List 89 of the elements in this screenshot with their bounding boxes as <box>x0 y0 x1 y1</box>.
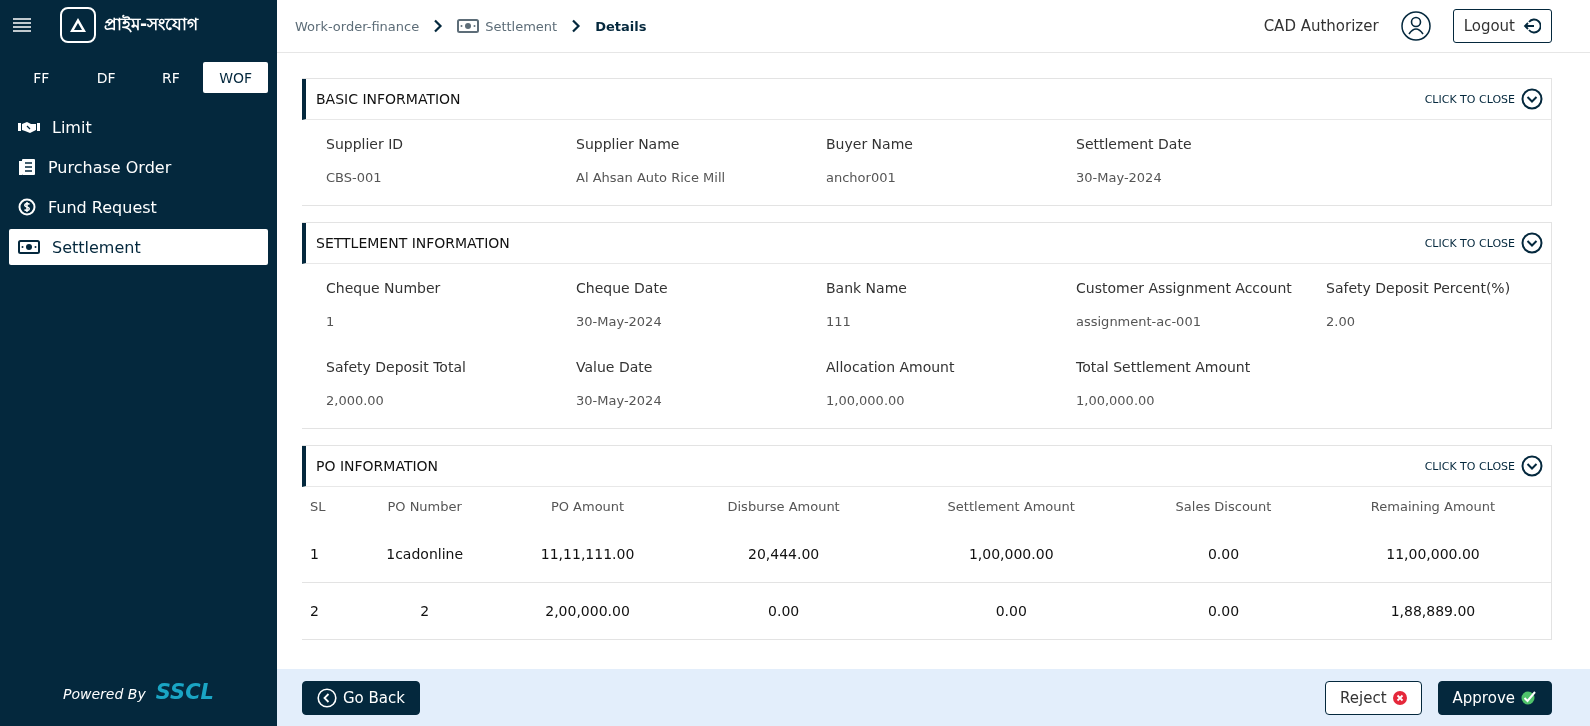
table-cell: 1cadonline <box>351 526 499 583</box>
table-cell: 2 <box>302 582 351 639</box>
table-cell: 0.00 <box>1132 526 1315 583</box>
chevron-right-icon <box>433 19 444 33</box>
section-title: SETTLEMENT INFORMATION <box>316 235 510 251</box>
breadcrumb-current: Details <box>595 18 647 34</box>
user-avatar-icon[interactable] <box>1400 11 1431 41</box>
table-cell: 11,00,000.00 <box>1314 526 1551 583</box>
field-label: Cheque Date <box>576 280 669 296</box>
table-cell: 1,00,000.00 <box>890 526 1133 583</box>
field-label: Customer Assignment Account <box>1076 280 1293 296</box>
field-label: Supplier Name <box>576 136 681 152</box>
field-label: Bank Name <box>826 280 908 296</box>
logout-button[interactable]: Logout <box>1452 9 1552 43</box>
section-title: PO INFORMATION <box>316 458 439 474</box>
column-header: PO Amount <box>549 497 626 516</box>
table-cell: 2 <box>351 582 499 639</box>
table-cell: 2,00,000.00 <box>498 582 677 639</box>
field-label: Safety Deposit Percent(%) <box>1326 280 1512 296</box>
field-value: 30-May-2024 <box>1076 170 1163 185</box>
table-cell: 11,11,111.00 <box>498 526 677 583</box>
close-icon <box>1392 690 1407 705</box>
check-badge-icon <box>1521 690 1537 705</box>
field-label: Total Settlement Amount <box>1076 359 1252 375</box>
collapse-toggle[interactable]: CLICK TO CLOSE <box>1424 236 1515 250</box>
sidebar-item[interactable]: Limit <box>9 109 268 145</box>
column-header: Settlement Amount <box>946 497 1076 516</box>
field-value: assignment-ac-001 <box>1076 314 1202 329</box>
table-cell: 0.00 <box>1132 582 1315 639</box>
collapse-toggle[interactable]: CLICK TO CLOSE <box>1424 459 1515 473</box>
reject-button[interactable]: Reject <box>1325 680 1422 715</box>
field-value: 1 <box>326 314 336 329</box>
field-label: Buyer Name <box>826 136 914 152</box>
breadcrumb-link[interactable]: Work-order-finance <box>295 18 420 34</box>
table-cell: 20,444.00 <box>676 526 891 583</box>
powered-by-text: Powered By <box>63 686 146 702</box>
field-label: Cheque Number <box>326 280 442 296</box>
field-label: Allocation Amount <box>826 359 956 375</box>
product-tab[interactable]: RF <box>138 62 204 93</box>
collapse-toggle[interactable]: CLICK TO CLOSE <box>1424 92 1515 106</box>
field-value: 2,000.00 <box>326 393 385 408</box>
go-back-button[interactable]: Go Back <box>302 680 420 715</box>
column-header: Remaining Amount <box>1369 497 1497 516</box>
field-value: 30-May-2024 <box>576 314 663 329</box>
document-icon <box>18 158 36 176</box>
cash-icon <box>18 240 40 254</box>
logout-icon <box>1523 18 1541 34</box>
brand-name: প্রাইম-সংযোগ <box>104 13 199 36</box>
field-label: Value Date <box>576 359 654 375</box>
chevron-down-circle-icon[interactable] <box>1521 88 1543 110</box>
field-label: Settlement Date <box>1076 136 1193 152</box>
field-value: CBS-001 <box>326 170 383 185</box>
dollar-coin-icon <box>18 198 36 216</box>
field-value: 1,00,000.00 <box>826 393 906 408</box>
sidebar-item[interactable]: Fund Request <box>9 189 268 225</box>
logo-icon <box>60 7 96 43</box>
sidebar-item[interactable]: Purchase Order <box>9 149 268 185</box>
field-label: Safety Deposit Total <box>326 359 467 375</box>
field-label: Supplier ID <box>326 136 405 152</box>
chevron-down-circle-icon[interactable] <box>1521 455 1543 477</box>
field-value: 2.00 <box>1326 314 1356 329</box>
table-cell: 1 <box>302 526 351 583</box>
field-value: 111 <box>826 314 852 329</box>
chevron-down-circle-icon[interactable] <box>1521 232 1543 254</box>
product-tab[interactable]: DF <box>73 62 139 93</box>
chevron-left-circle-icon <box>317 687 337 708</box>
column-header: SL <box>309 497 327 516</box>
table-cell: 0.00 <box>890 582 1133 639</box>
cash-icon <box>457 19 480 33</box>
table-cell: 0.00 <box>676 582 891 639</box>
product-tab[interactable]: FF <box>9 62 74 93</box>
sidebar-item[interactable]: Settlement <box>9 229 268 265</box>
menu-icon[interactable] <box>12 17 32 33</box>
breadcrumb-link[interactable]: Settlement <box>457 18 558 34</box>
approve-button[interactable]: Approve <box>1437 680 1552 715</box>
section-title: BASIC INFORMATION <box>316 91 461 107</box>
user-name: CAD Authorizer <box>1263 17 1379 35</box>
column-header: PO Number <box>386 497 463 516</box>
field-value: 30-May-2024 <box>576 393 663 408</box>
column-header: Sales Discount <box>1174 497 1273 516</box>
table-cell: 1,88,889.00 <box>1314 582 1551 639</box>
product-tab[interactable]: WOF <box>203 62 268 93</box>
field-value: Al Ahsan Auto Rice Mill <box>576 170 727 185</box>
field-value: anchor001 <box>826 170 897 185</box>
column-header: Disburse Amount <box>726 497 841 516</box>
company-logo-text: SSCL <box>155 680 214 704</box>
handshake-icon <box>18 120 40 134</box>
field-value: 1,00,000.00 <box>1076 393 1156 408</box>
chevron-right-icon <box>571 19 582 33</box>
